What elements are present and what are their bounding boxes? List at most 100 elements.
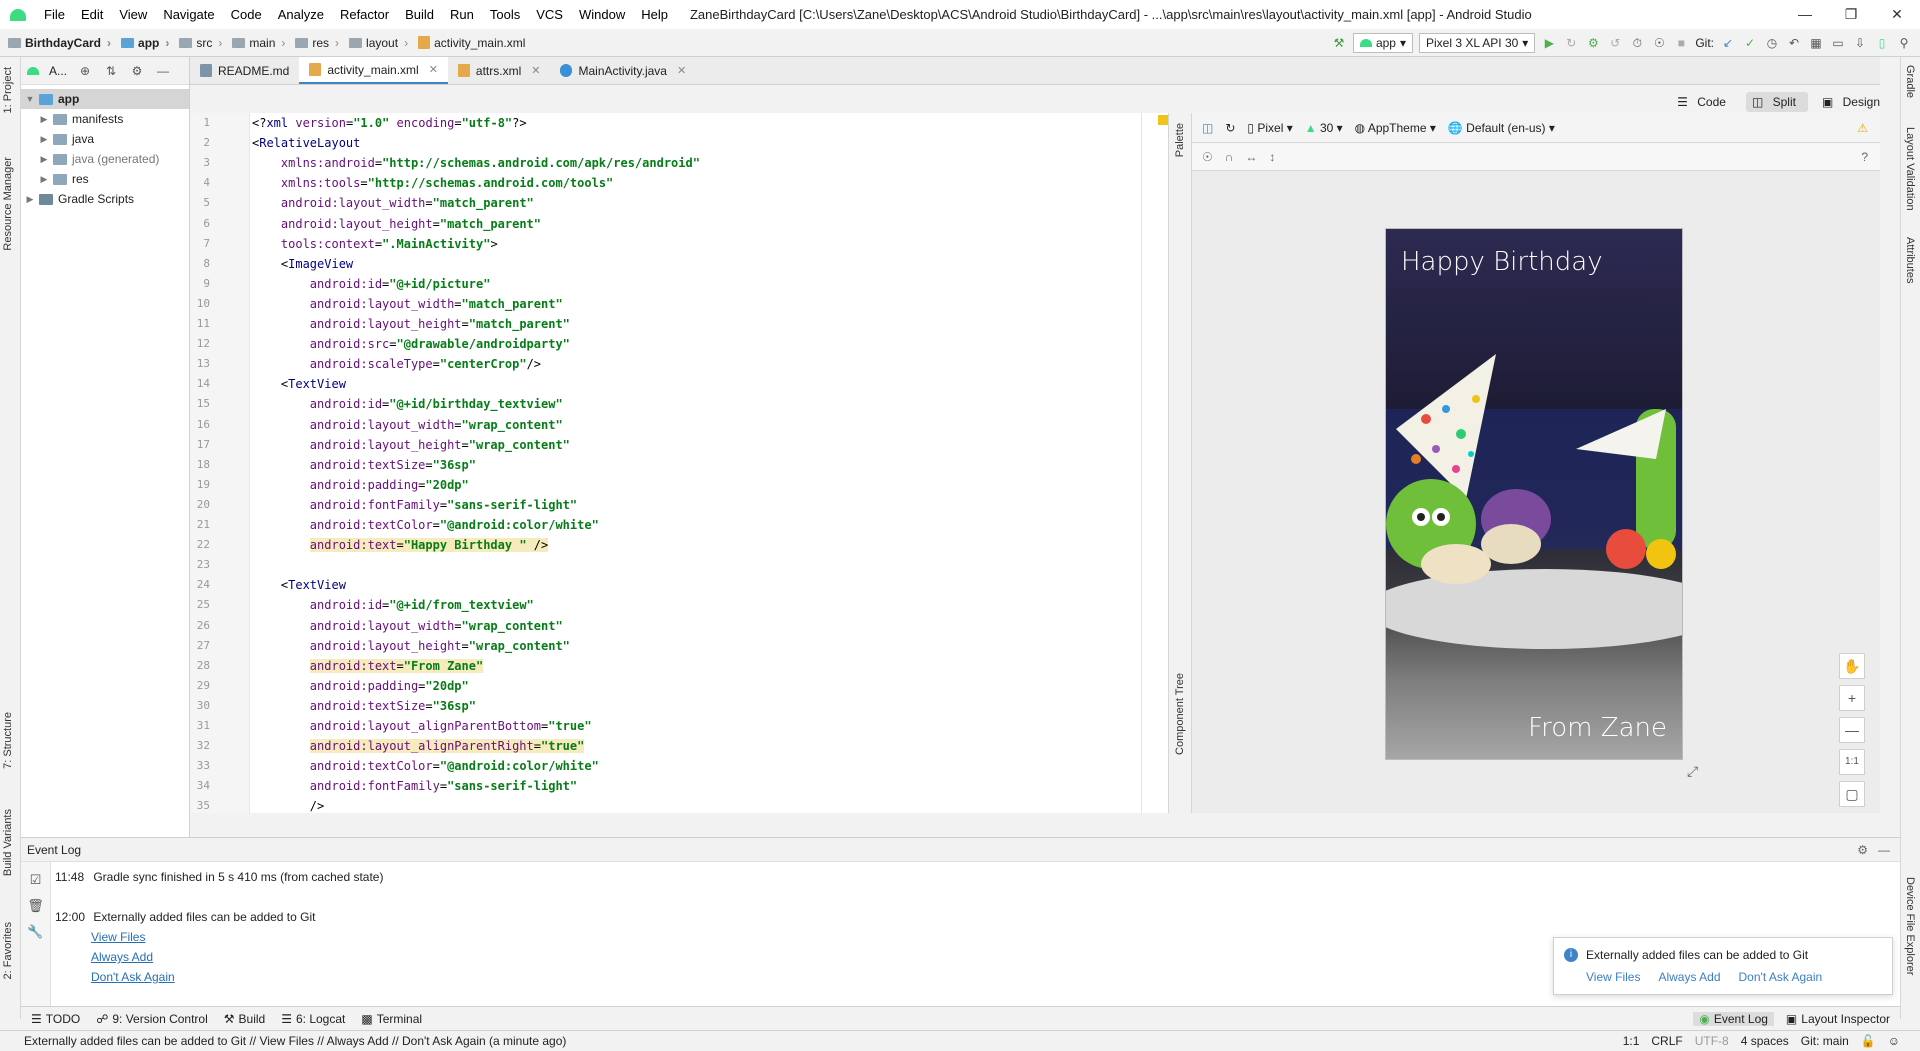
tool-build[interactable]: ⚒ Build [224, 1012, 265, 1026]
menu-help[interactable]: Help [633, 7, 676, 22]
zoom-in-icon[interactable]: + [1839, 685, 1865, 711]
resize-handle-icon[interactable]: ⤢ [1687, 763, 1698, 780]
menu-analyze[interactable]: Analyze [270, 7, 332, 22]
menu-build[interactable]: Build [397, 7, 442, 22]
menu-view[interactable]: View [111, 7, 155, 22]
code-line[interactable]: android:id="@+id/birthday_textview" [252, 394, 563, 414]
menu-window[interactable]: Window [571, 7, 633, 22]
hammer-icon[interactable]: ⚒ [1331, 35, 1347, 51]
tab-device-file-explorer[interactable]: Device File Explorer [1904, 877, 1916, 975]
tab-readme[interactable]: README.md [190, 57, 299, 84]
close-icon[interactable]: ✕ [429, 63, 438, 76]
code-line[interactable]: android:textSize="36sp" [252, 455, 476, 475]
tab-component-tree[interactable]: Component Tree [1174, 673, 1186, 755]
code-line[interactable]: <ImageView [252, 254, 353, 274]
inspector-icon[interactable]: ☺ [1888, 1034, 1900, 1048]
code-line[interactable]: <RelativeLayout [252, 133, 360, 153]
code-line[interactable]: android:layout_height="match_parent" [252, 314, 570, 334]
breadcrumb-file[interactable]: activity_main.xml [418, 36, 525, 50]
file-encoding[interactable]: UTF-8 [1695, 1034, 1729, 1048]
notification-view-files-link[interactable]: View Files [1586, 970, 1640, 984]
git-rollback-icon[interactable]: ↶ [1786, 35, 1802, 51]
status-message[interactable]: Externally added files can be added to G… [24, 1034, 566, 1048]
menu-run[interactable]: Run [442, 7, 482, 22]
collapse-all-icon[interactable]: ⇅ [103, 63, 119, 79]
profile-icon[interactable]: ⏱ [1629, 35, 1645, 51]
device-select[interactable]: Pixel 3 XL API 30 ▾ [1419, 33, 1536, 156]
magnet-icon[interactable]: ∩ [1225, 150, 1234, 164]
code-line[interactable]: android:id="@+id/from_textview" [252, 595, 534, 615]
close-icon[interactable]: ✕ [531, 64, 540, 77]
code-line[interactable]: xmlns:tools="http://schemas.android.com/… [252, 173, 613, 193]
split-mode-button[interactable]: ◫ Split [1745, 92, 1808, 112]
code-line[interactable]: tools:context=".MainActivity"> [252, 234, 498, 254]
tab-favorites[interactable]: 2: Favorites [2, 922, 14, 979]
tree-item-java-generated[interactable]: ▶ java (generated) [21, 149, 189, 169]
code-line[interactable]: android:layout_width="wrap_content" [252, 415, 563, 435]
hide-icon[interactable]: — [1878, 843, 1890, 857]
tab-attributes[interactable]: Attributes [1904, 237, 1916, 283]
tool-event-log[interactable]: ◉ Event Log [1693, 1011, 1774, 1026]
line-separator[interactable]: CRLF [1651, 1034, 1682, 1048]
tree-item-gradle-scripts[interactable]: ▶ Gradle Scripts [21, 189, 189, 209]
code-line[interactable]: android:padding="20dp" [252, 475, 469, 495]
code-line[interactable]: android:layout_width="match_parent" [252, 193, 534, 213]
tab-project[interactable]: 1: Project [2, 67, 14, 113]
locale-select[interactable]: 🌐 Default (en-us) ▾ [1448, 121, 1555, 135]
breadcrumb-main[interactable]: main › [232, 36, 291, 50]
tab-palette[interactable]: Palette [1174, 123, 1186, 157]
device-preview[interactable]: Happy Birthday From Zane [1385, 228, 1683, 760]
rerun-icon[interactable]: ↻ [1563, 35, 1579, 51]
notification-always-add-link[interactable]: Always Add [1658, 970, 1720, 984]
from-text[interactable]: From Zane [1528, 713, 1667, 743]
zoom-actual-size-button[interactable]: 1:1 [1839, 749, 1865, 775]
tool-version-control[interactable]: ☍ 9: Version Control [96, 1012, 208, 1026]
run-config-select[interactable]: app ▾ [1352, 33, 1414, 53]
warning-icon[interactable]: ⚠ [1857, 121, 1868, 135]
code-line[interactable]: android:textColor="@android:color/white" [252, 515, 599, 535]
code-line[interactable]: android:textColor="@android:color/white" [252, 756, 599, 776]
menu-edit[interactable]: Edit [73, 7, 111, 22]
gear-icon[interactable]: ⚙ [1857, 843, 1868, 857]
help-icon[interactable]: ? [1861, 150, 1868, 164]
git-update-icon[interactable]: ↙ [1720, 35, 1736, 51]
indent-setting[interactable]: 4 spaces [1741, 1034, 1789, 1048]
orientation-icon[interactable]: ↻ [1225, 121, 1235, 135]
tab-structure[interactable]: 7: Structure [2, 712, 14, 769]
eye-icon[interactable]: ☉ [1202, 150, 1213, 164]
tree-item-manifests[interactable]: ▶ manifests [21, 109, 189, 129]
design-surface-icon[interactable]: ◫ [1202, 121, 1213, 135]
hide-icon[interactable]: — [155, 63, 171, 79]
code-editor[interactable]: 1 2 3 4 5 6 7 8 9 10 11 12 13 14 15 16 17 18 19 20 21 22 23 24 2… [190, 113, 1168, 813]
locate-icon[interactable]: ⊕ [77, 63, 93, 79]
code-line[interactable]: android:layout_alignParentBottom="true" [252, 716, 592, 736]
breadcrumb-layout[interactable]: layout › [349, 36, 414, 50]
tool-todo[interactable]: ☰ TODO [31, 1012, 80, 1026]
view-files-link[interactable]: View Files [91, 930, 145, 944]
breadcrumb-app[interactable]: app › [121, 36, 175, 50]
code-line[interactable]: /> [252, 796, 324, 816]
gear-icon[interactable]: ⚙ [129, 63, 145, 79]
tab-layout-validation[interactable]: Layout Validation [1904, 127, 1916, 211]
mark-read-icon[interactable]: ☑ [21, 872, 50, 888]
design-mode-button[interactable]: ▣ Design [1816, 92, 1892, 112]
run-icon[interactable]: ▶ [1541, 35, 1557, 51]
project-view-select[interactable]: A... [49, 64, 67, 78]
tab-resource-manager[interactable]: Resource Manager [2, 157, 14, 251]
close-icon[interactable]: ✕ [677, 64, 686, 77]
tab-gradle[interactable]: Gradle [1904, 65, 1916, 98]
device-select[interactable]: ▯ Pixel ▾ [1247, 121, 1292, 135]
code-line[interactable]: android:id="@+id/picture" [252, 274, 491, 294]
code-line[interactable]: android:fontFamily="sans-serif-light" [252, 495, 577, 515]
breadcrumb-src[interactable]: src › [179, 36, 228, 50]
horizontal-constraint-icon[interactable]: ↔ [1245, 150, 1257, 164]
wrench-icon[interactable]: 🔧 [21, 924, 50, 940]
warning-marker-icon[interactable] [1158, 115, 1168, 125]
menu-navigate[interactable]: Navigate [155, 7, 222, 22]
tab-main-activity[interactable]: MainActivity.java ✕ [550, 57, 696, 84]
vertical-constraint-icon[interactable]: ↕ [1269, 150, 1275, 164]
always-add-link[interactable]: Always Add [91, 950, 153, 964]
stop-icon[interactable]: ■ [1673, 35, 1689, 51]
zoom-out-icon[interactable]: — [1839, 717, 1865, 743]
code-line[interactable]: android:layout_width="wrap_content" [252, 616, 563, 636]
